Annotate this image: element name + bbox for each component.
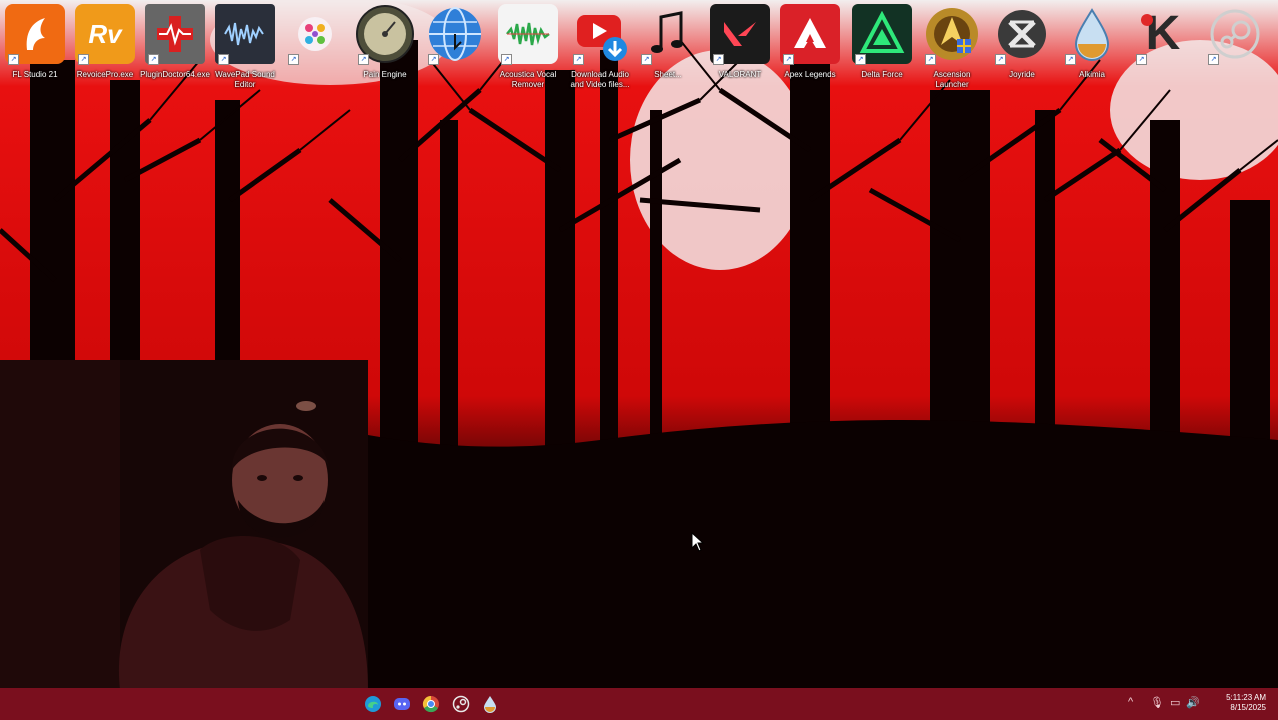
shortcut-arrow-icon: ↗: [78, 54, 89, 65]
desktop-icon-pain-engine[interactable]: ↗ Pain Engine: [350, 2, 420, 94]
shortcut-arrow-icon: ↗: [995, 54, 1006, 65]
taskbar-clock[interactable]: 5:11:23 AM 8/15/2025: [1226, 693, 1266, 713]
desktop-icon-music-notes[interactable]: ↗ Sheet...: [633, 2, 703, 94]
desktop-icon-label: FL Studio 21: [12, 70, 58, 79]
desktop-icon-valorant[interactable]: ↗ VALORANT: [705, 2, 775, 94]
clock-time: 5:11:23 AM: [1226, 693, 1266, 702]
kick-dot: [1141, 14, 1153, 26]
desktop-icon-globe[interactable]: ↗: [420, 2, 490, 94]
shortcut-arrow-icon: ↗: [8, 54, 19, 65]
desktop-icon-apex-legends[interactable]: ↗ Apex Legends: [775, 2, 845, 94]
taskbar-water-drop-button[interactable]: [479, 693, 501, 715]
desktop-icon-wavepad[interactable]: ↗ WavePad Sound Editor: [210, 2, 280, 94]
shortcut-arrow-icon: ↗: [358, 54, 369, 65]
steam-icon: [452, 695, 470, 713]
desktop-icon-download-audio-video[interactable]: ↗ Download Audio and Video files...: [565, 2, 635, 94]
mouse-cursor-icon: [691, 532, 705, 552]
volume-icon[interactable]: 🔊: [1186, 696, 1200, 709]
desktop-icon-label: Apex Legends: [784, 70, 836, 79]
shortcut-arrow-icon: ↗: [1065, 54, 1076, 65]
shortcut-arrow-icon: ↗: [783, 54, 794, 65]
desktop-icon-row: ↗ FL Studio 21 Rv ↗ RevoicePro.exe ↗ Plu…: [0, 0, 1278, 95]
desktop-icon-label: Alkimia: [1079, 70, 1105, 79]
desktop-icon-steam[interactable]: ↗: [1200, 2, 1270, 94]
revoice-pro-glyph: Rv: [88, 18, 122, 49]
edge-icon: [365, 696, 381, 712]
shortcut-arrow-icon: ↗: [218, 54, 229, 65]
shortcut-arrow-icon: ↗: [428, 54, 439, 65]
desktop-icon-water-drop[interactable]: ↗ Alkimia: [1057, 2, 1127, 94]
desktop-icon-kick[interactable]: K ↗: [1128, 2, 1198, 94]
discord-icon: [394, 698, 410, 710]
desktop-icon-joyride[interactable]: ↗ Joyride: [987, 2, 1057, 94]
taskbar: ^ 🎙 ▭ 🔊 5:11:23 AM 8/15/2025: [0, 688, 1278, 720]
desktop-icon-label: RevoicePro.exe: [76, 70, 134, 79]
shortcut-arrow-icon: ↗: [573, 54, 584, 65]
desktop-icon-label: Acoustica Vocal Remover: [499, 70, 557, 89]
desktop-icon-label: Download Audio and Video files...: [570, 70, 630, 89]
desktop-icon-label: Pain Engine: [363, 70, 407, 79]
network-icon[interactable]: ▭: [1170, 696, 1180, 709]
desktop-icon-revoice-pro[interactable]: Rv ↗ RevoicePro.exe: [70, 2, 140, 94]
desktop-icon-label: Delta Force: [861, 70, 903, 79]
shortcut-arrow-icon: ↗: [925, 54, 936, 65]
desktop-icon-plugin-doctor[interactable]: ↗ PluginDoctor64.exe: [140, 2, 210, 94]
desktop-icon-label: Joyride: [1009, 70, 1035, 79]
desktop-icon-label: VALORANT: [718, 70, 762, 79]
shortcut-arrow-icon: ↗: [1136, 54, 1147, 65]
desktop-icon-label: Ascension Launcher: [933, 70, 971, 89]
desktop-icon-delta-force[interactable]: ↗ Delta Force: [847, 2, 917, 94]
tray-overflow-chevron-icon[interactable]: ^: [1128, 696, 1133, 708]
taskbar-chrome-button[interactable]: [420, 693, 442, 715]
shortcut-arrow-icon: ↗: [288, 54, 299, 65]
desktop-icon-label: Sheet...: [654, 70, 682, 79]
desktop-icon-colorful-app[interactable]: ↗: [280, 2, 350, 94]
shortcut-arrow-icon: ↗: [855, 54, 866, 65]
taskbar-edge-button[interactable]: [362, 693, 384, 715]
taskbar-discord-button[interactable]: [391, 693, 413, 715]
webcam-person: [0, 360, 368, 690]
desktop-icon-label: WavePad Sound Editor: [215, 70, 275, 89]
shortcut-arrow-icon: ↗: [1208, 54, 1219, 65]
shortcut-arrow-icon: ↗: [148, 54, 159, 65]
shortcut-arrow-icon: ↗: [641, 54, 652, 65]
clock-date: 8/15/2025: [1230, 703, 1266, 712]
shortcut-arrow-icon: ↗: [501, 54, 512, 65]
desktop-icon-vocal-remover[interactable]: ↗ Acoustica Vocal Remover: [493, 2, 563, 94]
desktop-icon-label: PluginDoctor64.exe: [140, 70, 210, 79]
webcam-overlay: [0, 360, 368, 690]
taskbar-steam-button[interactable]: [450, 693, 472, 715]
shortcut-arrow-icon: ↗: [713, 54, 724, 65]
microphone-icon[interactable]: 🎙: [1150, 696, 1164, 709]
desktop-icon-fl-studio[interactable]: ↗ FL Studio 21: [0, 2, 70, 94]
desktop-icon-ascension-launcher[interactable]: ↗ Ascension Launcher: [917, 2, 987, 94]
chrome-icon: [422, 695, 439, 713]
water-drop-icon: [484, 696, 496, 713]
